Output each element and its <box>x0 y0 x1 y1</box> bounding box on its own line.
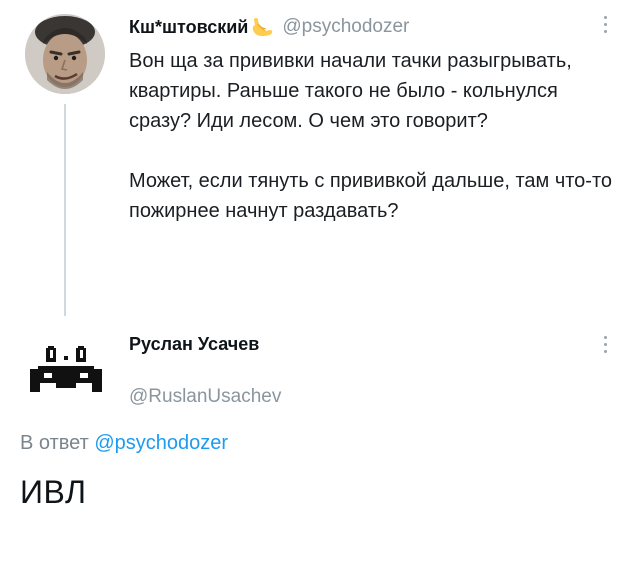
avatar-psychodozer[interactable] <box>25 14 105 94</box>
tweet-text: Вон ща за прививки начали тачки разыгрыв… <box>129 46 619 226</box>
username-handle[interactable]: @psychodozer <box>282 16 409 38</box>
more-options-icon[interactable] <box>602 16 608 38</box>
tweet-paragraph: Вон ща за прививки начали тачки разыгрыв… <box>129 50 572 132</box>
tweet-header: Руслан Усачев @RuslanUsachev <box>129 332 281 409</box>
username-handle[interactable]: @RuslanUsachev <box>129 385 281 409</box>
tweet-text: ИВЛ <box>20 474 87 510</box>
reply-to-link[interactable]: @psychodozer <box>94 432 228 454</box>
call-me-hand-emoji-icon <box>250 16 274 38</box>
tweet-reply: Руслан Усачев @RuslanUsachev В ответ @ps… <box>0 318 640 577</box>
more-options-icon[interactable] <box>602 336 608 358</box>
display-name[interactable]: Кш*штовский <box>129 17 248 38</box>
tweet-paragraph: Может, если тянуть с прививкой дальше, т… <box>129 170 613 222</box>
reply-context: В ответ @psychodozer <box>20 432 228 455</box>
pixel-invader-icon <box>30 346 102 392</box>
tweet-original: Кш*штовский @psychodozer Вон ща за приви… <box>0 0 640 318</box>
display-name[interactable]: Руслан Усачев <box>129 332 281 356</box>
tweet-header: Кш*штовский @psychodozer <box>129 14 409 40</box>
reply-prefix: В ответ <box>20 432 89 454</box>
avatar-ruslanusachev[interactable] <box>26 336 106 406</box>
thread-line <box>64 104 66 316</box>
avatar-photo-icon <box>25 14 105 94</box>
